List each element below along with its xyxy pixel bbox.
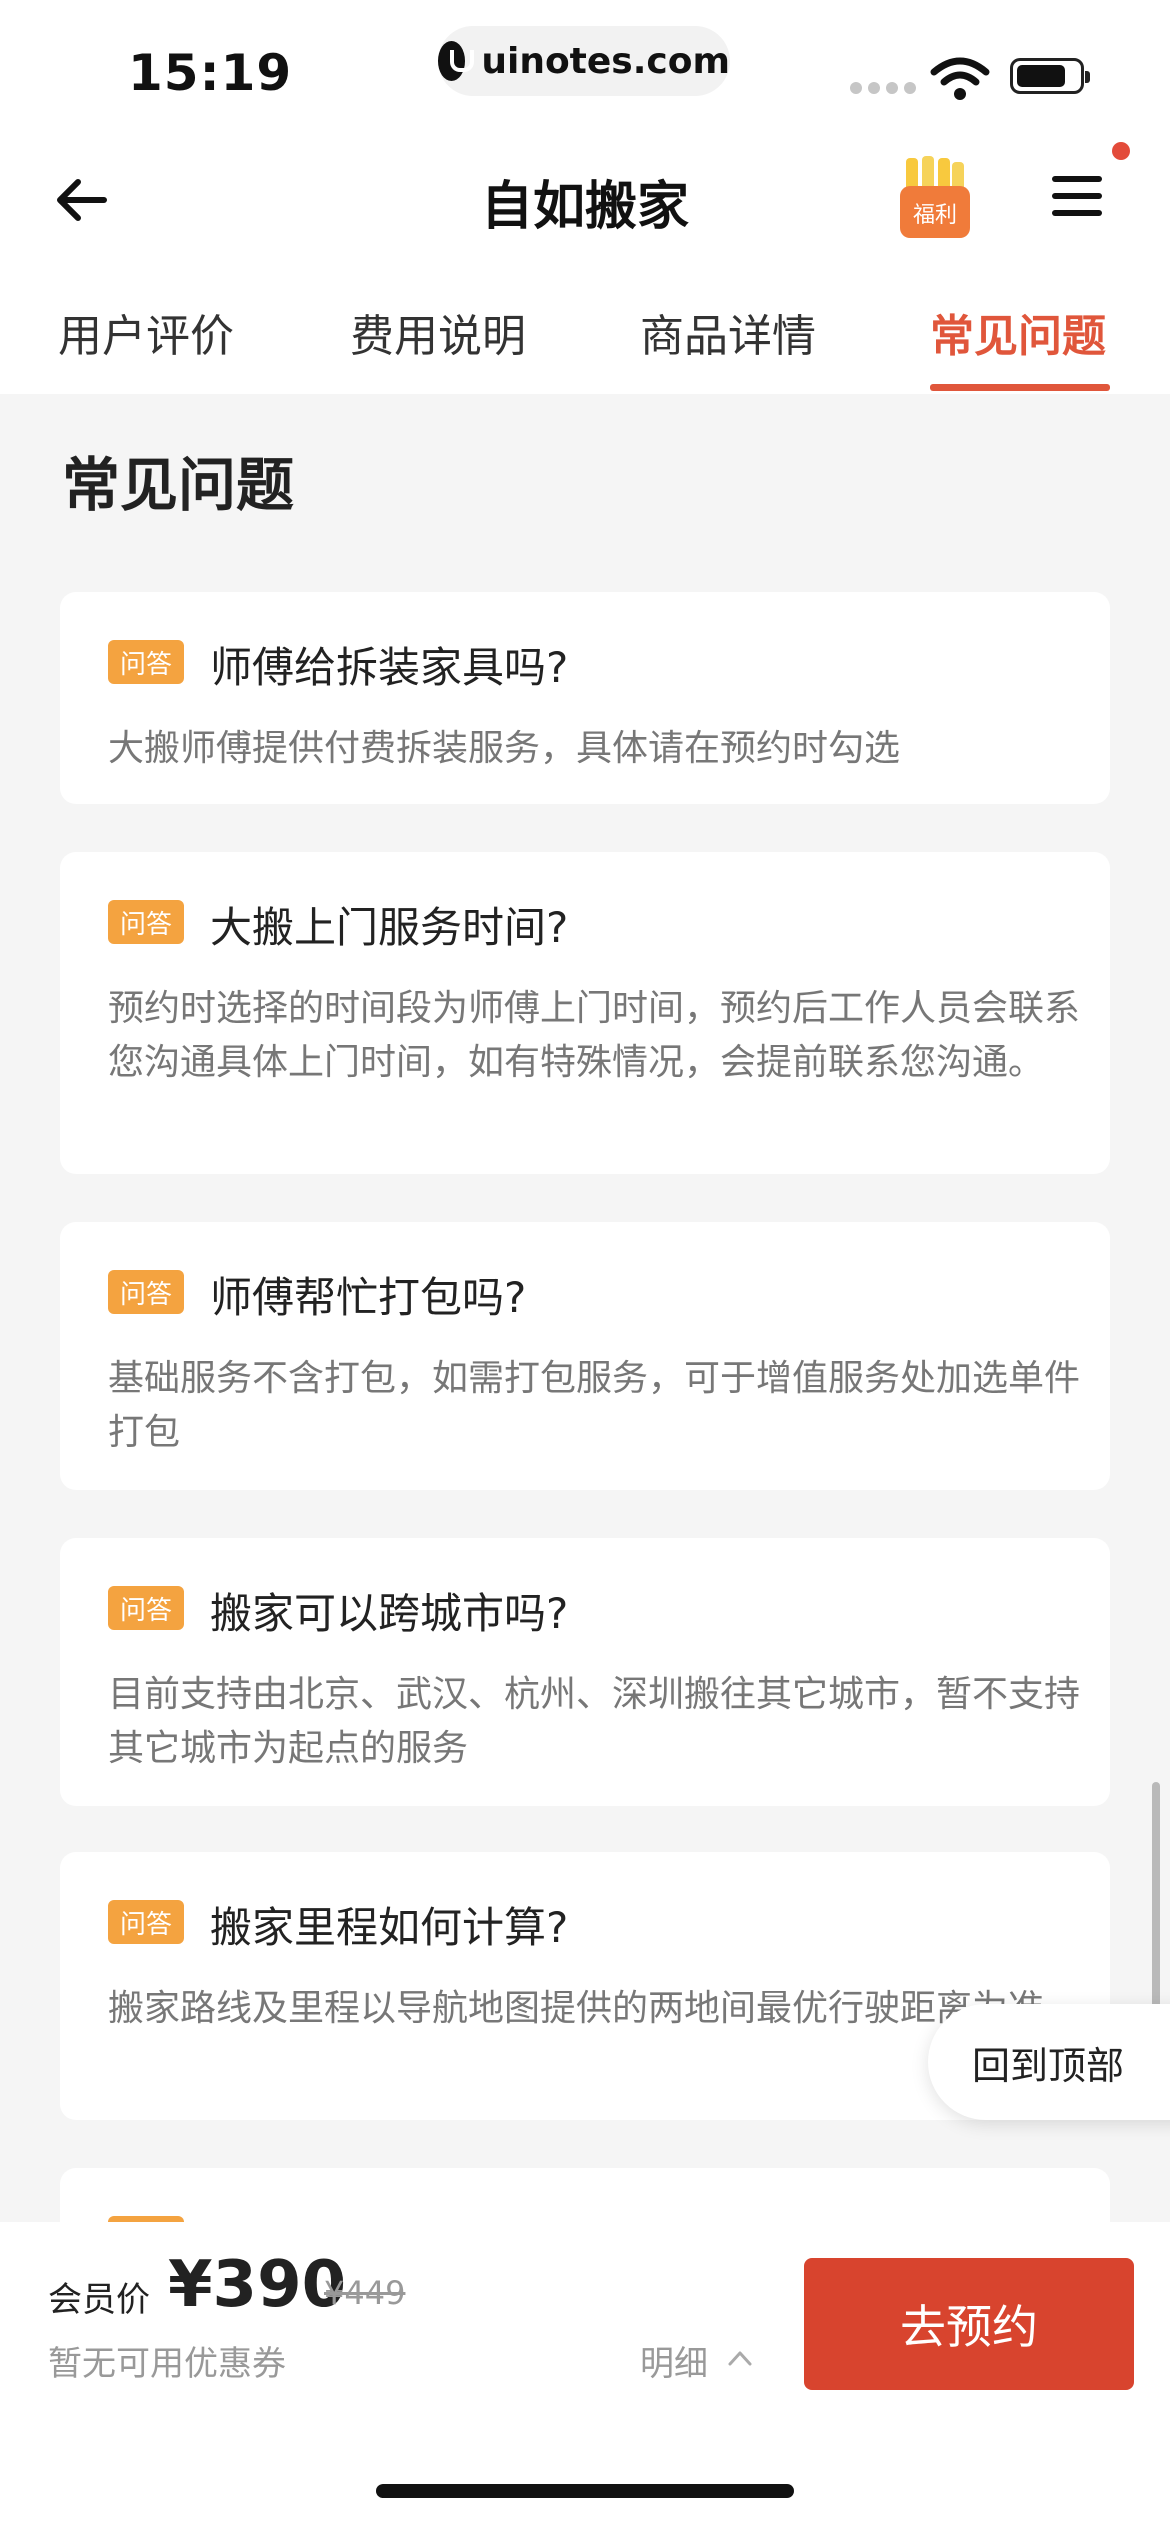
qa-badge: 问答 (108, 1586, 184, 1630)
price: ¥390 (168, 2248, 347, 2322)
faq-card: 问答 大搬上门服务时间? 预约时选择的时间段为师傅上门时间，预约后工作人员会联系… (60, 852, 1110, 1174)
tab-fee-description[interactable]: 费用说明 (350, 300, 526, 364)
url-pill[interactable]: uinotes.com (438, 26, 730, 96)
book-button[interactable]: 去预约 (804, 2258, 1134, 2390)
signal-icon (850, 82, 916, 94)
wifi-icon (930, 57, 990, 100)
faq-answer: 基础服务不含打包，如需打包服务，可于增值服务处加选单件打包 (108, 1358, 1081, 1453)
welfare-gift-icon[interactable]: 福利 (896, 156, 974, 238)
home-indicator (376, 2484, 794, 2498)
tab-product-details[interactable]: 商品详情 (640, 300, 816, 364)
faq-question: 大搬上门服务时间? (210, 903, 569, 952)
url-text: uinotes.com (481, 40, 730, 82)
back-to-top-button[interactable]: 回到顶部 (928, 2004, 1170, 2120)
tab-faq[interactable]: 常见问题 (930, 300, 1106, 364)
faq-answer: 目前支持由北京、武汉、杭州、深圳搬往其它城市，暂不支持其它城市为起点的服务 (108, 1674, 1081, 1769)
qa-badge: 问答 (108, 900, 184, 944)
faq-answer: 预约时选择的时间段为师傅上门时间，预约后工作人员会联系您沟通具体上门时间，如有特… (108, 988, 1081, 1083)
site-icon (438, 41, 475, 81)
original-price: ¥449 (324, 2274, 406, 2312)
tab-user-reviews[interactable]: 用户评价 (58, 300, 234, 364)
qa-badge: 问答 (108, 1900, 184, 1944)
welfare-label: 福利 (913, 203, 957, 228)
scrollbar[interactable] (1152, 1782, 1160, 2012)
status-time: 15:19 (128, 44, 293, 102)
page-title: 自如搬家 (480, 177, 689, 237)
faq-question: 搬家可以跨城市吗? (210, 1589, 569, 1638)
faq-card: 问答 师傅给拆装家具吗? 大搬师傅提供付费拆装服务，具体请在预约时勾选 (60, 592, 1110, 804)
battery-icon (1010, 58, 1090, 94)
faq-answer: 大搬师傅提供付费拆装服务，具体请在预约时勾选 (108, 728, 901, 769)
section-title: 常见问题 (62, 451, 295, 519)
faq-question: 搬家里程如何计算? (210, 1903, 569, 1952)
coupon-status: 暂无可用优惠券 (48, 2344, 286, 2384)
faq-question: 师傅给拆装家具吗? (210, 643, 569, 692)
faq-card: 问答 搬家可以跨城市吗? 目前支持由北京、武汉、杭州、深圳搬往其它城市，暂不支持… (60, 1538, 1110, 1806)
detail-link[interactable]: 明细 (640, 2336, 708, 2385)
member-price-label: 会员价 (48, 2280, 150, 2320)
chevron-up-icon[interactable] (726, 2344, 754, 2372)
qa-badge: 问答 (108, 1270, 184, 1314)
faq-question: 师傅帮忙打包吗? (210, 1273, 527, 1322)
notification-dot (1112, 142, 1130, 160)
menu-icon[interactable] (1052, 176, 1102, 216)
active-tab-indicator (930, 384, 1110, 391)
faq-card: 问答 师傅帮忙打包吗? 基础服务不含打包，如需打包服务，可于增值服务处加选单件打… (60, 1222, 1110, 1490)
qa-badge: 问答 (108, 640, 184, 684)
